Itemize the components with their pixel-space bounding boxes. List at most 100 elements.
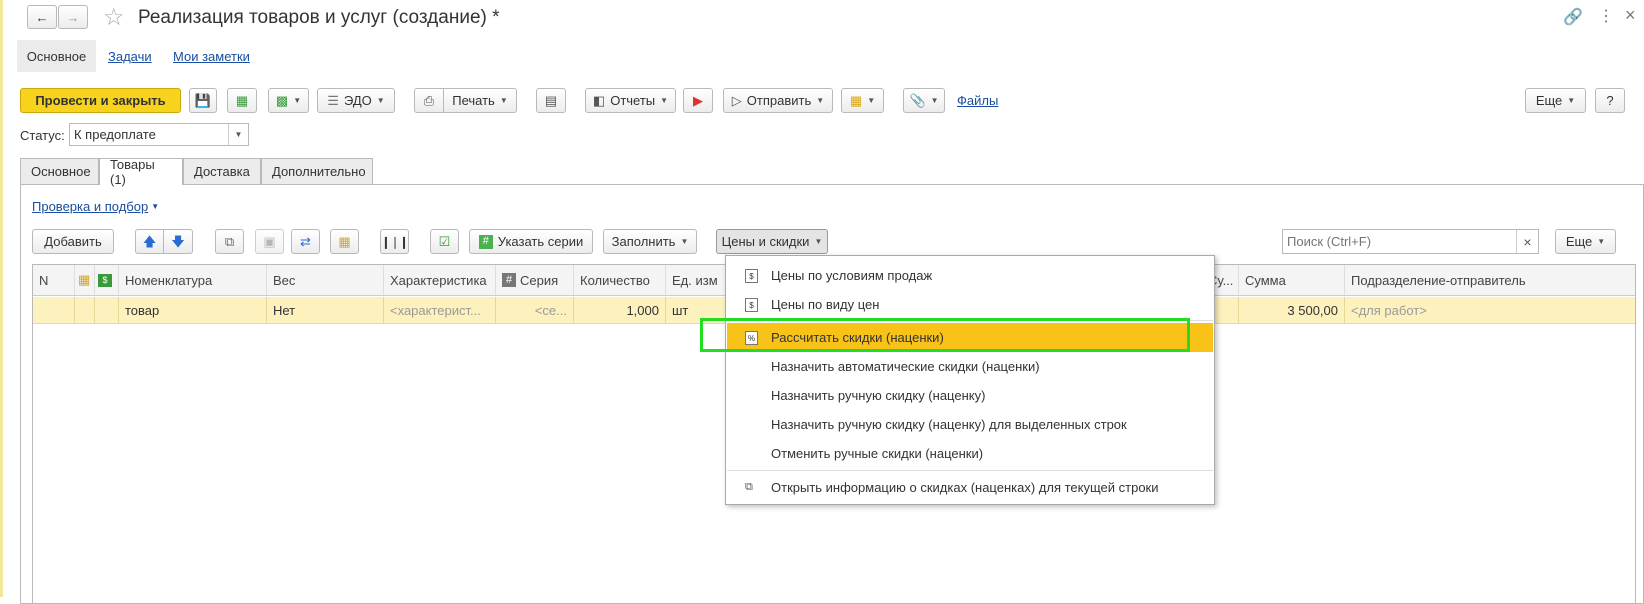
paste-button[interactable]: ▣: [255, 229, 284, 254]
cell-division[interactable]: <для работ>: [1345, 297, 1635, 324]
clip-button[interactable]: 📎 ▼: [903, 88, 945, 113]
check-and-select-link[interactable]: Проверка и подбор ▼: [32, 199, 159, 214]
col-quantity[interactable]: Количество: [574, 265, 666, 295]
post-and-close-button[interactable]: Провести и закрыть: [20, 88, 181, 113]
chevron-down-icon: ▼: [376, 96, 385, 105]
tab-delivery[interactable]: Доставка: [183, 158, 261, 184]
menu-item-open-discount-info[interactable]: ⧉ Открыть информацию о скидках (наценках…: [727, 473, 1213, 502]
menu-item-assign-manual-discount[interactable]: Назначить ручную скидку (наценку): [727, 381, 1213, 410]
section-tab-tasks[interactable]: Задачи: [108, 49, 152, 64]
specify-series-button[interactable]: # Указать серии: [469, 229, 593, 254]
more-vertical-icon[interactable]: ⋮: [1598, 6, 1614, 26]
cell-quantity[interactable]: 1,000: [574, 297, 666, 324]
reports-button[interactable]: ◧ Отчеты ▼: [585, 88, 676, 113]
menu-item-label: Рассчитать скидки (наценки): [771, 330, 944, 345]
split-row-button[interactable]: ⇄: [291, 229, 320, 254]
menu-item-prices-by-price-type[interactable]: $ Цены по виду цен: [727, 290, 1213, 319]
copy-button[interactable]: ⧉: [215, 229, 244, 254]
create-based-on-button[interactable]: ▩ ▼: [268, 88, 309, 113]
col-n[interactable]: N: [33, 265, 75, 295]
edo-icon: ☰: [327, 93, 339, 108]
money-icon: $: [98, 273, 112, 287]
fill-button[interactable]: Заполнить ▼: [603, 229, 697, 254]
copy-icon: ⧉: [224, 234, 235, 249]
col-payment[interactable]: $: [95, 265, 119, 295]
col-reserve[interactable]: ▦: [75, 265, 95, 295]
move-down-button[interactable]: 🡇: [163, 229, 193, 254]
cell-reserve[interactable]: [75, 297, 95, 324]
pick-button[interactable]: ▦: [330, 229, 359, 254]
prices-discounts-label: Цены и скидки: [721, 234, 810, 249]
favorite-star-icon[interactable]: ☆: [103, 3, 125, 32]
status-label: Статус:: [20, 128, 65, 143]
more-button[interactable]: Еще ▼: [1525, 88, 1586, 113]
col-division[interactable]: Подразделение-отправитель: [1345, 265, 1635, 295]
menu-item-label: Отменить ручные скидки (наценки): [771, 446, 984, 461]
search-field[interactable]: [1283, 234, 1516, 249]
col-characteristic[interactable]: Характеристика: [384, 265, 496, 295]
document-list-button[interactable]: ▤: [536, 88, 566, 113]
attachments-button[interactable]: ▦ ▼: [841, 88, 884, 113]
menu-item-prices-by-sale-terms[interactable]: $ Цены по условиям продаж: [727, 261, 1213, 290]
menu-item-label: Назначить ручную скидку (наценку): [771, 388, 986, 403]
tab-goods[interactable]: Товары (1): [99, 157, 183, 187]
chevron-down-icon: ▼: [293, 96, 302, 105]
dropdown-arrow-icon[interactable]: ▼: [228, 124, 248, 145]
move-up-button[interactable]: 🡅: [135, 229, 164, 254]
check-button[interactable]: ☑: [430, 229, 459, 254]
chevron-down-icon: ▼: [1567, 96, 1576, 105]
col-nomenclature[interactable]: Номенклатура: [119, 265, 267, 295]
open-window-icon: ⧉: [745, 481, 753, 493]
menu-item-assign-manual-discount-selected[interactable]: Назначить ручную скидку (наценку) для вы…: [727, 410, 1213, 439]
cell-nomenclature[interactable]: товар: [119, 297, 267, 324]
menu-item-label: Назначить ручную скидку (наценку) для вы…: [771, 417, 1127, 432]
percent-icon: %: [745, 331, 758, 345]
grid-icon: #: [502, 273, 516, 287]
cell-characteristic[interactable]: <характерист...: [384, 297, 496, 324]
search-input[interactable]: ×: [1282, 229, 1539, 254]
table-more-button[interactable]: Еще ▼: [1555, 229, 1616, 254]
grid-green-icon: #: [478, 234, 493, 249]
cell-sum[interactable]: 3 500,00: [1239, 297, 1345, 324]
print-icon-button[interactable]: ⎙: [414, 88, 444, 113]
menu-item-calculate-discounts[interactable]: % Рассчитать скидки (наценки): [727, 323, 1213, 352]
col-sum[interactable]: Сумма: [1239, 265, 1345, 295]
edo-button[interactable]: ☰ ЭДО ▼: [317, 88, 395, 113]
arrow-right-icon: →: [66, 9, 80, 25]
fill-label: Заполнить: [611, 234, 676, 249]
help-button[interactable]: ?: [1595, 88, 1625, 113]
status-select[interactable]: К предоплате ▼: [69, 123, 249, 146]
add-button[interactable]: Добавить: [32, 229, 114, 254]
barcode-button[interactable]: ❙❘❙: [380, 229, 409, 254]
tab-main[interactable]: Основное: [20, 158, 99, 184]
back-button[interactable]: ←: [27, 5, 57, 29]
forward-button[interactable]: →: [58, 5, 88, 29]
tab-additional[interactable]: Дополнительно: [261, 158, 373, 184]
menu-item-cancel-manual-discounts[interactable]: Отменить ручные скидки (наценки): [727, 439, 1213, 468]
chevron-down-icon: ▼: [660, 96, 669, 105]
send-button[interactable]: ▷ Отправить ▼: [723, 88, 833, 113]
section-tab-main[interactable]: Основное: [17, 40, 96, 72]
run-button[interactable]: ▶: [683, 88, 713, 113]
cell-payment[interactable]: [95, 297, 119, 324]
cell-unit[interactable]: шт: [666, 297, 726, 324]
cell-series[interactable]: <се...: [496, 297, 574, 324]
post-button[interactable]: ▦: [227, 88, 257, 113]
checklist-icon: ☑: [438, 234, 451, 249]
chevron-down-icon: ▼: [930, 96, 939, 105]
print-button[interactable]: Печать ▼: [443, 88, 517, 113]
col-weight[interactable]: Вес: [267, 265, 384, 295]
link-icon[interactable]: 🔗: [1563, 7, 1583, 27]
cell-n[interactable]: [33, 297, 75, 324]
save-button[interactable]: 💾: [189, 88, 217, 113]
close-icon[interactable]: ×: [1625, 5, 1636, 26]
menu-item-assign-auto-discounts[interactable]: Назначить автоматические скидки (наценки…: [727, 352, 1213, 381]
clear-search-icon[interactable]: ×: [1516, 230, 1538, 253]
cell-weight[interactable]: Нет: [267, 297, 384, 324]
files-link[interactable]: Файлы: [957, 93, 998, 108]
col-series[interactable]: # Серия: [496, 265, 574, 295]
paperclip-icon: 📎: [909, 93, 926, 108]
prices-discounts-button[interactable]: Цены и скидки ▼: [716, 229, 828, 254]
section-tab-notes[interactable]: Мои заметки: [173, 49, 250, 64]
col-unit[interactable]: Ед. изм: [666, 265, 726, 295]
